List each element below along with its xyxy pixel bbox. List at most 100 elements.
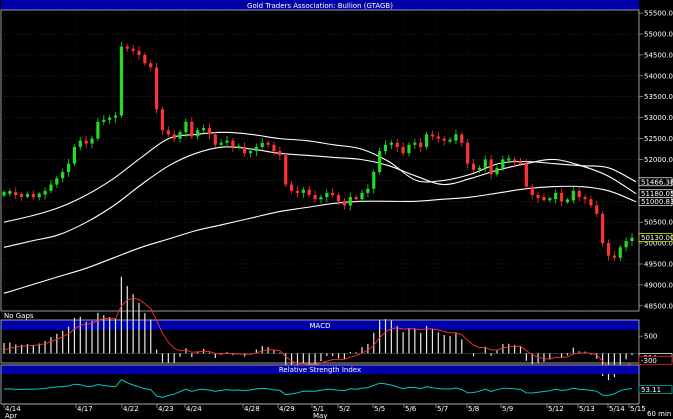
candle-body (565, 199, 570, 203)
candle-body (243, 146, 247, 154)
candle-body (66, 163, 71, 172)
candle-body (424, 134, 429, 147)
candle-body (442, 138, 446, 141)
price-y-tick-label: 55500.00 (644, 10, 673, 18)
price-y-tick-label: 48500.00 (644, 302, 673, 310)
candle-body (559, 192, 564, 202)
candle-body (237, 145, 241, 148)
candle-body (471, 163, 476, 170)
x-axis-tick-label: 5/14 (609, 405, 625, 413)
candle-body (548, 198, 552, 201)
candle-body (295, 190, 300, 193)
candle-body (143, 54, 147, 64)
candle-body (624, 241, 628, 248)
price-y-tick-label: 49500.00 (644, 261, 673, 269)
candle-body (419, 142, 423, 147)
candle-body (178, 132, 182, 139)
candle-body (378, 151, 382, 172)
candle-body (313, 195, 317, 200)
candle-body (78, 140, 82, 147)
last-value-tag-label: 51180.05 (641, 190, 673, 198)
candle-body (266, 142, 270, 145)
candle-body (319, 197, 323, 200)
candle-body (172, 134, 176, 139)
candle-body (454, 134, 458, 141)
candle-body (231, 140, 235, 147)
x-axis-tick-label: 4/29 (279, 405, 295, 413)
x-axis-month-label: May (313, 412, 327, 419)
candle-body (448, 139, 452, 142)
gaps-label: No Gaps (4, 312, 34, 320)
chart-background (0, 0, 673, 419)
rsi-title: Relative Strength Index (279, 366, 361, 374)
candle-body (395, 142, 399, 147)
candle-body (201, 128, 206, 131)
candle-body (213, 134, 217, 145)
candle-body (8, 191, 12, 194)
candle-body (207, 128, 212, 135)
candle-body (389, 142, 393, 145)
x-axis-tick-label: 5/12 (548, 405, 564, 413)
candle-body (336, 195, 341, 202)
candle-body (55, 178, 59, 185)
candle-body (248, 151, 253, 154)
candle-body (289, 184, 294, 191)
candle-body (612, 255, 616, 258)
candle-body (372, 172, 376, 189)
candle-body (184, 121, 188, 133)
candle-body (495, 167, 499, 175)
candle-body (108, 117, 112, 120)
last-value-tag-label: 51000.83 (641, 198, 673, 206)
candle-body (518, 161, 523, 164)
candle-body (284, 155, 288, 185)
candle-body (2, 191, 6, 196)
candle-body (278, 151, 282, 156)
candle-body (530, 186, 534, 195)
candle-body (595, 205, 599, 214)
x-axis-tick-label: 4/24 (186, 405, 202, 413)
candle-body (630, 237, 634, 241)
candle-body (307, 189, 311, 195)
price-y-tick-label: 49000.00 (644, 281, 673, 289)
x-axis-tick-label: 5/6 (405, 405, 417, 413)
candle-body (43, 190, 47, 195)
timeframe-label: 60 min (647, 410, 671, 418)
candle-body (524, 163, 528, 187)
candle-body (601, 213, 605, 244)
macd-last-value-tags: -314-300 (638, 353, 673, 365)
candle-body (49, 184, 53, 191)
candle-body (190, 121, 194, 137)
x-axis-tick-label: 5/9 (502, 405, 513, 413)
candle-body (618, 247, 622, 258)
candle-body (225, 140, 229, 143)
chart-canvas: Gold Traders Association: Bullion (GTAGB… (0, 0, 673, 419)
x-axis-tick-label: 5/2 (339, 405, 350, 413)
x-axis-tick-label: 5/5 (374, 405, 385, 413)
price-y-tick-label: 54000.00 (644, 72, 673, 80)
candle-body (119, 46, 123, 116)
candle-body (483, 159, 487, 168)
candle-body (331, 192, 335, 195)
x-axis-tick-label: 5/15 (630, 405, 646, 413)
candle-body (219, 142, 223, 145)
candle-body (606, 243, 611, 256)
candle-body (589, 199, 593, 206)
candle-body (90, 138, 94, 144)
last-value-tag-label: 53.11 (641, 386, 661, 394)
x-axis-tick-label: 4/22 (123, 405, 139, 413)
candle-body (489, 159, 493, 175)
x-axis-tick-label: 4/17 (77, 405, 93, 413)
x-axis-month-label: Apr (5, 412, 17, 419)
candle-body (348, 197, 352, 206)
candle-body (577, 190, 581, 198)
candle-body (102, 119, 106, 122)
candle-body (20, 194, 24, 197)
last-value-tag-label: 50130.00 (641, 234, 673, 242)
price-y-tick-label: 55000.00 (644, 31, 673, 39)
last-value-tag-label: 51466.38 (641, 178, 673, 186)
price-y-axis: 55500.00 55000.00 54500.00 54000.00 53500.00… (639, 10, 673, 310)
candle-body (360, 192, 364, 200)
candle-body (383, 144, 388, 152)
candle-body (542, 196, 546, 201)
candle-body (25, 194, 30, 197)
